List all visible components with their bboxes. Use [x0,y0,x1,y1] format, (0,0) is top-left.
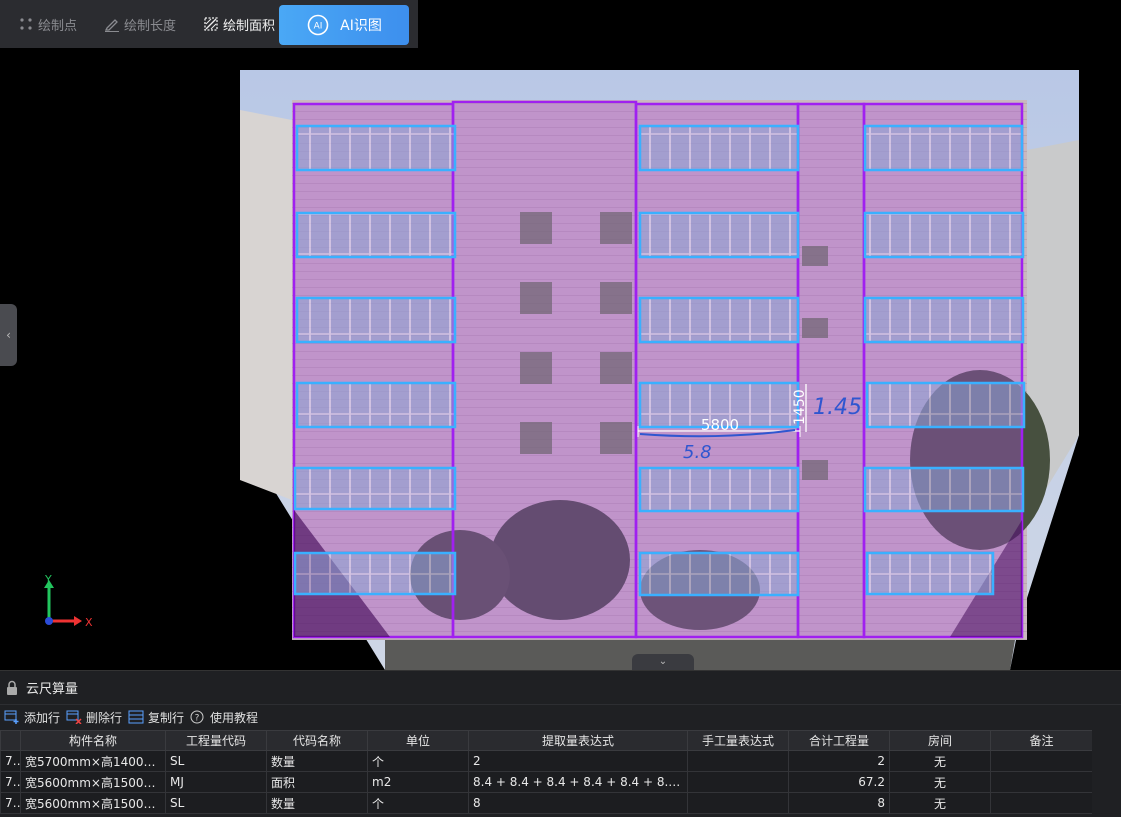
code-name-cell[interactable]: 数量 [266,792,368,814]
add-row-button[interactable]: 添加行 [4,709,60,726]
component-name-cell[interactable]: 宽5600mm×高1500m... [20,792,166,814]
unit-cell[interactable]: 个 [367,792,469,814]
room-cell[interactable]: 无 [889,792,991,814]
panel-header: 云尺算量 [0,671,1121,705]
draw-length-label: 绘制长度 [124,18,177,34]
table-scrollbar[interactable] [1092,730,1121,817]
note-cell[interactable] [990,750,1093,772]
total-cell[interactable]: 2 [788,750,890,772]
chevron-down-icon: ⌄ [658,656,668,667]
table-row[interactable]: 77 宽5600mm×高1500m... MJ 面积 m2 8.4 + 8.4 … [0,771,1093,793]
quantity-table: 构件名称 工程量代码 代码名称 单位 提取量表达式 手工量表达式 合计工程量 房… [0,730,1093,814]
column-header[interactable]: 代码名称 [266,730,368,751]
table-row[interactable]: 78 宽5600mm×高1500m... SL 数量 个 8 8 无 [0,792,1093,814]
column-header[interactable]: 合计工程量 [788,730,890,751]
expression-cell[interactable]: 8.4 + 8.4 + 8.4 + 8.4 + 8.4 + 8.4 +... [468,771,688,793]
delete-row-label: 删除行 [86,710,123,725]
tutorial-label: 使用教程 [210,710,259,725]
column-header[interactable]: 手工量表达式 [687,730,789,751]
dots-icon [20,18,32,30]
row-number: 77 [0,771,21,793]
help-icon: ? [190,710,204,724]
add-row-icon [4,710,19,724]
ruler-pen-icon [104,19,120,32]
manual-expression-cell[interactable] [687,771,789,793]
manual-expression-cell[interactable] [687,792,789,814]
total-cell[interactable]: 67.2 [788,771,890,793]
code-name-cell[interactable]: 面积 [266,771,368,793]
component-name-cell[interactable]: 宽5600mm×高1500m... [20,771,166,793]
draw-point-tool[interactable]: 绘制点 [0,0,86,48]
column-header[interactable]: 单位 [367,730,469,751]
side-panel-toggle[interactable]: ‹ [0,304,17,366]
axis-indicator: Y X [44,574,93,629]
quantity-code-cell[interactable]: SL [165,792,267,814]
ai-recognize-button[interactable]: AI AI识图 [279,5,409,45]
unit-cell[interactable]: m2 [367,771,469,793]
tutorial-button[interactable]: ? 使用教程 [190,709,258,726]
building-photo: 5800 1450 5.8 1.45 [240,70,1079,670]
ai-recognize-label: AI识图 [340,18,382,34]
ai-icon: AI [307,14,329,36]
axis-y-label: Y [44,574,52,586]
copy-row-label: 复制行 [148,710,185,725]
chevron-left-icon: ‹ [6,328,11,342]
quantity-panel: 云尺算量 添加行 删除行 复制行 ? 使用教程 构件名称 工程量代码 代码名称 … [0,670,1121,817]
delete-row-button[interactable]: 删除行 [66,709,122,726]
column-header[interactable]: 工程量代码 [165,730,267,751]
manual-expression-cell[interactable] [687,750,789,772]
table-row[interactable]: 76 宽5700mm×高1400m... SL 数量 个 2 2 无 [0,750,1093,772]
dimension-width-label: 5800 [701,416,739,434]
svg-text:?: ? [195,714,200,724]
copy-row-icon [128,710,144,724]
axis-x-label: X [85,616,93,629]
column-header[interactable]: 构件名称 [20,730,166,751]
unit-cell[interactable]: 个 [367,750,469,772]
collapse-panel-tab[interactable]: ⌄ [632,654,694,670]
panel-actions: 添加行 删除行 复制行 ? 使用教程 [0,705,1121,729]
column-header[interactable]: 提取量表达式 [468,730,688,751]
draw-point-label: 绘制点 [38,18,78,34]
column-header[interactable]: 备注 [990,730,1093,751]
total-cell[interactable]: 8 [788,792,890,814]
quantity-code-cell[interactable]: MJ [165,771,267,793]
note-cell[interactable] [990,771,1093,793]
expression-cell[interactable]: 8 [468,792,688,814]
add-row-label: 添加行 [24,710,61,725]
draw-area-label: 绘制面积 [223,18,276,34]
area-icon [204,17,218,31]
row-number: 78 [0,792,21,814]
dimension-height-label: 1450 [792,389,808,425]
delete-row-icon [66,710,82,724]
note-cell[interactable] [990,792,1093,814]
room-cell[interactable]: 无 [889,750,991,772]
draw-area-tool[interactable]: 绘制面积 [185,0,284,48]
row-number: 76 [0,750,21,772]
draw-length-tool[interactable]: 绘制长度 [86,0,185,48]
row-number-header [0,730,21,751]
expression-cell[interactable]: 2 [468,750,688,772]
panel-title: 云尺算量 [26,682,79,697]
handwritten-height: 1.45 [813,395,862,420]
canvas-viewport[interactable]: 5800 1450 5.8 1.45 ‹ Y X ⌄ [0,48,1121,670]
handwritten-width: 5.8 [683,442,712,463]
table-header-row: 构件名称 工程量代码 代码名称 单位 提取量表达式 手工量表达式 合计工程量 房… [0,730,1093,751]
quantity-code-cell[interactable]: SL [165,750,267,772]
copy-row-button[interactable]: 复制行 [128,709,184,726]
code-name-cell[interactable]: 数量 [266,750,368,772]
component-name-cell[interactable]: 宽5700mm×高1400m... [20,750,166,772]
drawing-toolbar: 绘制点 绘制长度 绘制面积 AI AI识图 [0,0,418,48]
lock-icon[interactable] [6,680,18,696]
svg-text:AI: AI [314,22,323,32]
room-cell[interactable]: 无 [889,771,991,793]
column-header[interactable]: 房间 [889,730,991,751]
